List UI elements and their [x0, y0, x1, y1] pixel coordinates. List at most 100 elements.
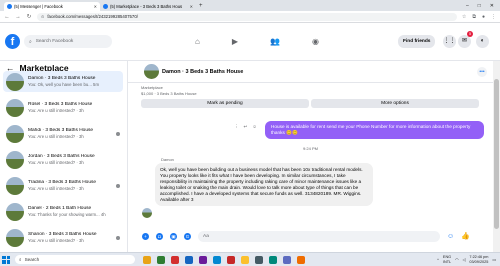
url-input[interactable]: ⊙ facebook.com/messages/t/24321992854075…: [37, 12, 457, 21]
more-options-icon[interactable]: •••: [477, 67, 487, 77]
back-icon[interactable]: ←: [4, 14, 10, 20]
reply-icon[interactable]: ↩: [244, 124, 248, 130]
conversation-item[interactable]: Rüsel · 3 Beds 3 Baths House You: Are u s…: [3, 97, 123, 118]
seen-avatar-icon: [116, 184, 120, 188]
chat-header: Damon · 3 Beds 3 Baths House •••: [128, 61, 493, 83]
listing-thumbnail: [6, 202, 24, 221]
menu-grid-icon[interactable]: ⋮⋮: [443, 35, 456, 48]
conversation-preview: You: Are u still intrested? · 3h: [28, 185, 84, 191]
window-controls: – □ ✕: [466, 3, 500, 9]
language-indicator[interactable]: ENG INTL: [443, 255, 451, 264]
bookmark-star-icon[interactable]: ☆: [462, 14, 466, 20]
outgoing-message-bubble[interactable]: House is available for rent send me your…: [265, 121, 484, 139]
reload-icon[interactable]: ↻: [26, 14, 32, 20]
conversation-preview: You: Are u still intrested? · 3h: [28, 159, 84, 165]
facebook-header: f ⌕ Search Facebook ⌂ ▶ 👥 ◉ Find friends…: [0, 23, 500, 61]
edge-icon[interactable]: [213, 255, 221, 264]
windows-start-icon[interactable]: [2, 255, 10, 264]
app-icon[interactable]: [269, 255, 277, 264]
tab-label: (5) Messenger | Facebook: [14, 4, 63, 9]
conversation-item[interactable]: Damon · 3 Beds 3 Baths House You: Ok, wel…: [3, 71, 123, 92]
app-icon[interactable]: [227, 255, 235, 264]
listing-price-title[interactable]: $1,000 · 3 Beds 3 Baths House: [141, 91, 479, 96]
profile-icon[interactable]: ●: [482, 14, 485, 20]
facebook-search-input[interactable]: ⌕ Search Facebook: [24, 35, 112, 48]
app-icon[interactable]: [157, 255, 165, 264]
maximize-button[interactable]: □: [478, 3, 481, 9]
page-scrollbar[interactable]: [493, 61, 500, 252]
app-icon[interactable]: [199, 255, 207, 264]
message-timestamp: 9:24 PM: [303, 146, 318, 151]
conversation-item[interactable]: Jordan · 3 Beds 3 Baths House You: Are u …: [3, 149, 123, 170]
gif-icon[interactable]: G: [184, 232, 191, 240]
close-tab-icon[interactable]: ✕: [190, 4, 193, 9]
app-icon[interactable]: [283, 255, 291, 264]
conversation-name: Damon · 3 Beds 3 Baths House: [28, 75, 96, 81]
chat-title[interactable]: Damon · 3 Beds 3 Baths House: [162, 69, 243, 75]
conversation-item[interactable]: Mahdi · 3 Beds 3 Baths House You: Are u s…: [3, 123, 123, 144]
conversation-item[interactable]: Daniel · 2 Beds 1 Bath House You: Thanks …: [3, 201, 123, 222]
app-icon[interactable]: [255, 255, 263, 264]
search-icon: ⌕: [29, 39, 32, 45]
app-icon[interactable]: [171, 255, 179, 264]
extensions-icon[interactable]: ⧉: [472, 14, 476, 20]
close-tab-icon[interactable]: ✕: [94, 4, 97, 9]
friends-icon[interactable]: 👥: [270, 37, 280, 46]
app-icon[interactable]: [297, 255, 305, 264]
more-icon[interactable]: ⋮: [234, 124, 239, 130]
find-friends-button[interactable]: Find friends: [398, 35, 436, 48]
conversation-name: Tradina · 3 Beds 3 Baths House: [28, 179, 97, 185]
browser-tab-bar: (5) Messenger | Facebook ✕ (5) Marketpla…: [0, 0, 500, 11]
mark-as-pending-button[interactable]: Mark as pending: [141, 99, 309, 108]
add-icon[interactable]: +: [142, 232, 149, 240]
taskbar-search[interactable]: ⌕ Search: [15, 255, 135, 264]
account-avatar[interactable]: ◐: [476, 35, 489, 48]
volume-icon[interactable]: ◁: [462, 257, 465, 262]
facebook-logo-icon[interactable]: f: [5, 34, 20, 49]
marketplace-listing-card: Marketplace $1,000 · 3 Beds 3 Baths Hous…: [141, 85, 479, 108]
seen-avatar-icon: [116, 236, 120, 240]
notifications-icon[interactable]: ▭: [492, 257, 496, 262]
minimize-button[interactable]: –: [466, 3, 469, 9]
wifi-icon[interactable]: ◠: [455, 257, 458, 262]
home-icon[interactable]: ⌂: [195, 37, 200, 46]
message-input[interactable]: Aa: [198, 230, 440, 242]
image-icon[interactable]: ▣: [170, 232, 177, 240]
seen-avatar-icon: [116, 132, 120, 136]
browser-tab-marketplace[interactable]: (5) Marketplace - 3 Beds 3 Baths Hous ✕: [100, 2, 196, 11]
conversation-item[interactable]: Tradina · 3 Beds 3 Baths House You: Are u…: [3, 175, 123, 196]
video-icon[interactable]: ▶: [232, 37, 238, 46]
url-text: facebook.com/messages/t/2432199285407570…: [47, 14, 138, 19]
conversation-preview: You: Are u still intrested? · 3h: [28, 133, 84, 139]
gaming-icon[interactable]: ◉: [312, 37, 319, 46]
address-bar-row: ← → ↻ ⊙ facebook.com/messages/t/24321992…: [0, 11, 500, 23]
emoji-icon[interactable]: ☺: [447, 233, 454, 240]
file-explorer-icon[interactable]: [143, 255, 151, 264]
marketplace-sidebar: ← Marketplace Damon · 3 Beds 3 Baths Hou…: [0, 61, 128, 252]
incoming-message-bubble[interactable]: Ok, well you have been building out a bu…: [155, 163, 373, 207]
react-icon[interactable]: ☺: [252, 124, 257, 130]
browser-menu-icon[interactable]: ⋮: [491, 14, 496, 20]
listing-thumbnail: [6, 98, 24, 117]
new-tab-button[interactable]: +: [199, 3, 203, 9]
forward-icon[interactable]: →: [15, 14, 21, 20]
chat-listing-thumbnail[interactable]: [144, 64, 159, 79]
site-info-icon[interactable]: ⊙: [41, 14, 44, 19]
camera-icon[interactable]: ◘: [156, 232, 163, 240]
conversation-item[interactable]: Shanon · 3 Beds 3 Baths House You: Are u …: [3, 227, 123, 248]
chrome-icon[interactable]: [241, 255, 249, 264]
taskbar-clock[interactable]: 7:22:46 pm 03/09/2025: [469, 255, 488, 264]
more-options-button[interactable]: More options: [311, 99, 479, 108]
chat-panel: Damon · 3 Beds 3 Baths House ••• Marketp…: [128, 61, 493, 252]
sender-avatar[interactable]: [142, 208, 152, 218]
browser-tab-messenger[interactable]: (5) Messenger | Facebook ✕: [4, 2, 100, 11]
like-icon[interactable]: 👍: [461, 232, 470, 240]
sender-name: Damon: [161, 157, 174, 162]
windows-taskbar: ⌕ Search ^ ENG INTL ◠ ◁ 7:22:46 pm 03/09/2…: [0, 252, 500, 266]
tray-chevron-icon[interactable]: ^: [437, 258, 439, 262]
app-icon[interactable]: [185, 255, 193, 264]
listing-thumbnail: [6, 228, 24, 247]
close-window-button[interactable]: ✕: [490, 3, 494, 9]
scrollbar-thumb[interactable]: [494, 79, 499, 229]
conversation-name: Mahdi · 3 Beds 3 Baths House: [28, 127, 94, 133]
